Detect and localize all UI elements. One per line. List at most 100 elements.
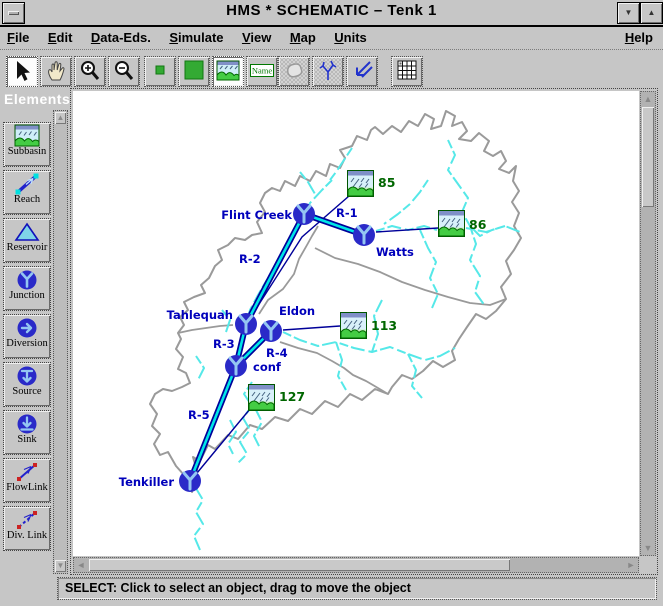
status-bar: SELECT: Click to select an object, drag …: [57, 577, 657, 600]
tool-reservoir[interactable]: Reservoir: [3, 218, 51, 263]
menu-units[interactable]: Units: [327, 27, 374, 47]
menu-map[interactable]: Map: [283, 27, 323, 47]
reach-core-r-5: [190, 366, 236, 481]
tool-diversion[interactable]: Diversion: [3, 314, 51, 359]
tool-label: Source: [4, 386, 50, 397]
flowlink-line[interactable]: [283, 326, 340, 330]
flow-direction-toggle-button[interactable]: [346, 56, 378, 87]
tool-label: Sink: [4, 434, 50, 445]
subbasin-icon-113[interactable]: [341, 313, 367, 339]
junction-label: Tahlequah: [167, 308, 233, 322]
select-arrow-icon: [9, 58, 35, 83]
tool-divlink[interactable]: Div. Link: [3, 506, 51, 551]
small-green-square-icon: [147, 58, 173, 83]
reach-label-r-1: R-1: [336, 206, 358, 220]
scroll-down-icon[interactable]: ▼: [55, 560, 66, 572]
elements-panel-title: Elements: [4, 91, 70, 107]
hand-icon: [43, 58, 69, 83]
basin-boundary-toggle-button[interactable]: [278, 56, 310, 87]
zoom-in-icon: [77, 58, 103, 83]
elements-panel-scrollbar[interactable]: ▲ ▼: [53, 110, 68, 574]
vertical-scroll-thumb[interactable]: [642, 107, 654, 207]
subbasin-fill-small-button[interactable]: [144, 56, 176, 87]
subbasin-label-85: 85: [378, 175, 395, 190]
scroll-right-icon[interactable]: ►: [624, 558, 638, 572]
menu-edit[interactable]: Edit: [41, 27, 80, 47]
name-labels-icon: Name: [249, 58, 275, 83]
flowlink-line[interactable]: [376, 228, 438, 232]
scroll-up-icon[interactable]: ▲: [55, 112, 66, 124]
map-image-toggle-button[interactable]: [212, 56, 244, 87]
junction-label: Eldon: [279, 304, 315, 318]
flowlink-tool-icon: [14, 460, 40, 484]
menu-view[interactable]: View: [235, 27, 278, 47]
horizontal-scroll-thumb[interactable]: [89, 559, 510, 571]
svg-text:Name: Name: [252, 66, 273, 76]
large-green-square-icon: [181, 58, 207, 83]
grid-table-icon: [394, 58, 420, 83]
subbasin-label-127: 127: [279, 389, 305, 404]
subbasin-tool-icon: [14, 124, 40, 148]
river-tree-icon: [315, 58, 341, 83]
subbasin-icon-127[interactable]: [249, 385, 275, 411]
pan-tool-button[interactable]: [40, 56, 72, 87]
titlebar: HMS * SCHEMATIC – Tenk 1 ▼ ▲: [0, 0, 663, 27]
tool-label: Reach: [4, 194, 50, 205]
boundary-blob-icon: [281, 58, 307, 83]
zoom-in-tool-button[interactable]: [74, 56, 106, 87]
hms-schematic-window: HMS * SCHEMATIC – Tenk 1 ▼ ▲ File Edit D…: [0, 0, 663, 606]
schematic-canvas[interactable]: R-1R-2R-3R-4R-5Flint CreekWattsTahlequah…: [73, 91, 639, 556]
scroll-up-icon[interactable]: ▲: [641, 92, 655, 106]
tool-label: Subbasin: [4, 146, 50, 157]
minimize-icon: ▼: [625, 8, 633, 17]
select-tool-button[interactable]: [6, 56, 38, 87]
tool-source[interactable]: Source: [3, 362, 51, 407]
reach-label-r-4: R-4: [266, 346, 288, 360]
name-labels-toggle-button[interactable]: Name: [246, 56, 278, 87]
canvas-horizontal-scrollbar[interactable]: ◄ ►: [73, 557, 639, 573]
scroll-left-icon[interactable]: ◄: [74, 558, 88, 572]
menu-help[interactable]: Help: [618, 27, 660, 47]
tool-label: Reservoir: [4, 242, 50, 253]
schematic-canvas-frame: R-1R-2R-3R-4R-5Flint CreekWattsTahlequah…: [70, 88, 658, 575]
window-menu-button[interactable]: [2, 2, 25, 24]
diversion-tool-icon: [14, 316, 40, 340]
table-tool-button[interactable]: [391, 56, 423, 87]
tool-label: Diversion: [4, 338, 50, 349]
zoom-out-icon: [111, 58, 137, 83]
subbasin-fill-large-button[interactable]: [178, 56, 210, 87]
canvas-vertical-scrollbar[interactable]: ▲ ▼: [640, 91, 656, 556]
minimize-button[interactable]: ▼: [617, 2, 640, 24]
scroll-down-icon[interactable]: ▼: [641, 541, 655, 555]
toolbar: Name: [0, 50, 663, 88]
tool-label: Div. Link: [4, 530, 50, 541]
subbasin-icon-86[interactable]: [439, 211, 465, 237]
junction-tool-icon: [14, 268, 40, 292]
junction-label: Watts: [376, 245, 414, 259]
zoom-out-tool-button[interactable]: [108, 56, 140, 87]
junction-label: Tenkiller: [119, 475, 175, 489]
subbasin-icon-85[interactable]: [348, 171, 374, 197]
menu-data-eds[interactable]: Data-Eds.: [84, 27, 158, 47]
menu-file[interactable]: File: [0, 27, 36, 47]
tool-label: FlowLink: [4, 482, 50, 493]
tool-subbasin[interactable]: Subbasin: [3, 122, 51, 167]
tool-sink[interactable]: Sink: [3, 410, 51, 455]
window-title: HMS * SCHEMATIC – Tenk 1: [0, 2, 663, 19]
tool-flowlink[interactable]: FlowLink: [3, 458, 51, 503]
flow-arrow-icon: [349, 58, 375, 83]
tool-label: Junction: [4, 290, 50, 301]
reach-label-r-3: R-3: [213, 337, 235, 351]
reach-tool-icon: [14, 172, 40, 196]
tool-reach[interactable]: Reach: [3, 170, 51, 215]
diversion-link-tool-icon: [14, 508, 40, 532]
maximize-icon: ▲: [648, 8, 656, 17]
menubar: File Edit Data-Eds. Simulate View Map Un…: [0, 27, 663, 50]
tool-junction[interactable]: Junction: [3, 266, 51, 311]
menu-simulate[interactable]: Simulate: [162, 27, 230, 47]
maximize-button[interactable]: ▲: [640, 2, 663, 24]
window-menu-icon: [8, 11, 19, 15]
subbasin-label-86: 86: [469, 217, 487, 232]
junction-label: Flint Creek: [221, 208, 292, 222]
river-network-toggle-button[interactable]: [312, 56, 344, 87]
